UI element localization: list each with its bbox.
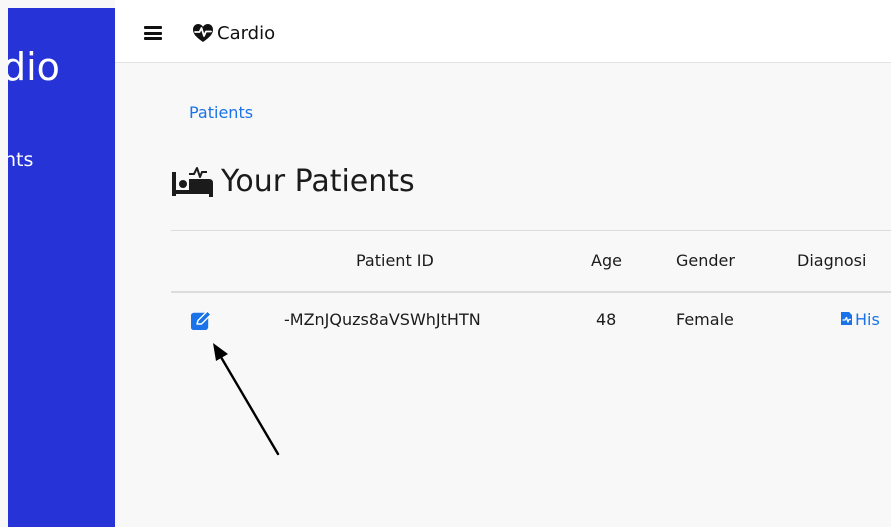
- diagnosis-link-label: His: [855, 310, 880, 329]
- column-header-patient-id[interactable]: Patient ID: [356, 231, 434, 291]
- gender-cell: Female: [676, 310, 734, 329]
- column-header-gender[interactable]: Gender: [676, 231, 735, 291]
- edit-icon[interactable]: [191, 310, 213, 330]
- sidebar: dio nts: [8, 8, 115, 527]
- table-header: Patient ID Age Gender Diagnosi: [171, 230, 891, 293]
- app-title[interactable]: Cardio: [217, 22, 275, 46]
- sidebar-brand[interactable]: dio: [8, 44, 60, 90]
- breadcrumb-patients[interactable]: Patients: [189, 102, 253, 124]
- age-cell: 48: [596, 310, 617, 329]
- page-title: Your Patients: [221, 164, 415, 199]
- heart-pulse-icon: [193, 24, 213, 42]
- hamburger-icon[interactable]: [144, 26, 162, 40]
- patients-table: Patient ID Age Gender Diagnosi -MZnJQuzs…: [171, 230, 891, 353]
- annotation-arrow: [213, 343, 280, 456]
- topbar: Cardio: [115, 0, 891, 63]
- sidebar-item-patients[interactable]: nts: [8, 148, 33, 172]
- patient-id-cell: -MZnJQuzs8aVSWhJtHTN: [284, 310, 481, 329]
- column-header-diagnosis[interactable]: Diagnosi: [797, 231, 866, 291]
- file-medical-icon: [841, 312, 852, 325]
- column-header-age[interactable]: Age: [591, 231, 622, 291]
- app-window: dio nts Cardio Patients Your Patients Pa…: [0, 0, 891, 527]
- bed-patient-icon: [172, 167, 213, 197]
